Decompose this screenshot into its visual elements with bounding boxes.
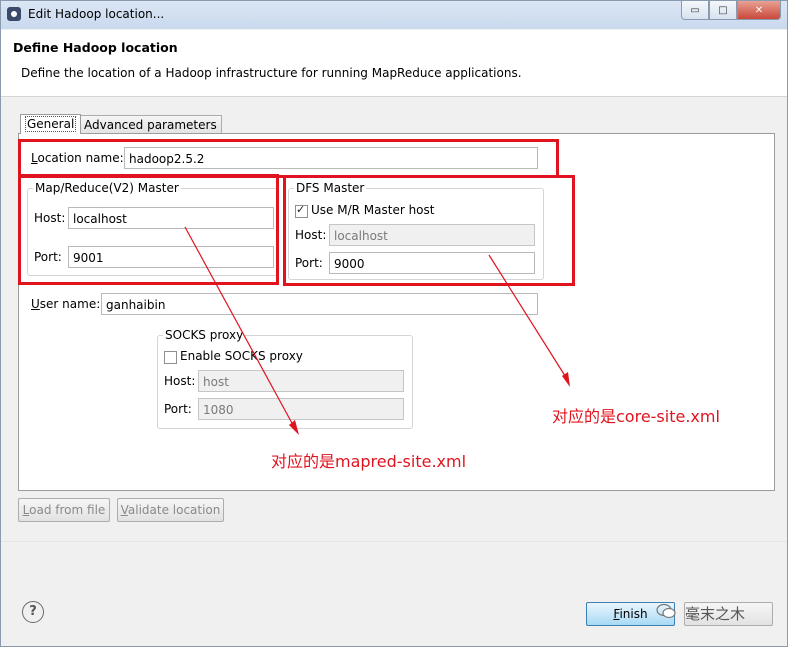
wechat-icon bbox=[656, 603, 676, 619]
core-site-annotation: 对应的是core-site.xml bbox=[552, 407, 720, 426]
validate-location-button[interactable]: Validate location bbox=[117, 498, 224, 522]
mapred-arrowhead bbox=[289, 420, 299, 435]
tab-general[interactable]: General bbox=[20, 114, 82, 134]
tab-general-label: General bbox=[25, 116, 77, 132]
watermark-text: 毫末之木 bbox=[685, 605, 746, 623]
dfs-arrowhead bbox=[562, 372, 570, 387]
dfs-arrow-line bbox=[488, 254, 568, 380]
mapred-arrow-line bbox=[184, 226, 294, 426]
load-from-file-button[interactable]: Load from file bbox=[18, 498, 110, 522]
footer-separator bbox=[1, 541, 787, 542]
mapred-site-annotation: 对应的是mapred-site.xml bbox=[271, 452, 467, 471]
dialog-window: Edit Hadoop location... ▭ □ ✕ Define Had… bbox=[0, 0, 788, 647]
help-icon[interactable]: ? bbox=[22, 601, 44, 623]
annotation-arrows bbox=[184, 226, 570, 435]
